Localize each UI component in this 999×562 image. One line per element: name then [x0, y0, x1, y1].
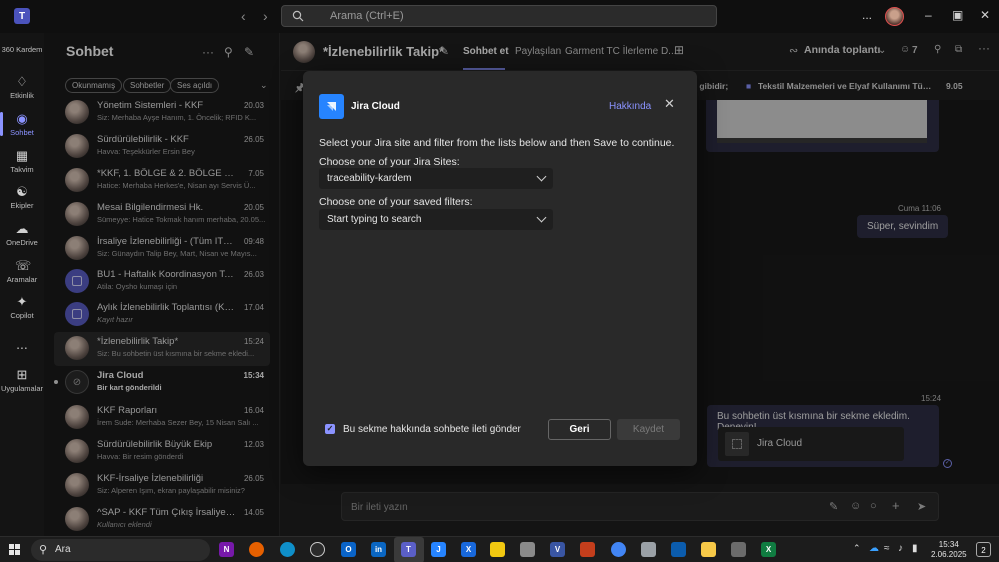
save-button[interactable]: Kaydet	[617, 419, 680, 440]
rail-label: 360 Kardem	[1, 45, 43, 54]
search-icon	[292, 10, 304, 22]
taskbar-search[interactable]: ⚲ Ara	[31, 539, 210, 561]
cloud-icon: ☁	[15, 221, 29, 236]
close-button[interactable]: ✕	[980, 8, 990, 22]
phone-icon: ☏	[15, 258, 32, 273]
rail-item-copilot[interactable]: ✦ Copilot	[0, 294, 44, 321]
calendar-icon: ▦	[15, 148, 29, 163]
rail-label: OneDrive	[6, 238, 38, 247]
rail-item-apps[interactable]: ⊞ Uygulamalar	[0, 367, 44, 394]
teams-logo-icon: T	[14, 8, 30, 24]
app-icon[interactable]	[520, 542, 535, 557]
chevron-up-icon[interactable]: ⌃	[853, 543, 861, 554]
m365-icon[interactable]	[580, 542, 595, 557]
back-button[interactable]: Geri	[548, 419, 611, 440]
rail-item-chat[interactable]: ◉ Sohbet	[0, 111, 44, 138]
rail-item-activity[interactable]: ♢ Etkinlik	[0, 74, 44, 101]
search-input[interactable]: Arama (Ctrl+E)	[281, 5, 717, 27]
site-value: traceability-kardem	[327, 173, 412, 184]
rail-item-teams[interactable]: ☯ Ekipler	[0, 184, 44, 211]
rail-label: Copilot	[10, 311, 34, 320]
post-to-chat-checkbox[interactable]: ✓	[325, 424, 335, 434]
rail-item-calls[interactable]: ☏ Aramalar	[0, 258, 44, 285]
user-avatar[interactable]	[885, 7, 904, 26]
more-options-icon[interactable]: ...	[862, 8, 872, 22]
rail-item-onedrive[interactable]: ☁ OneDrive	[0, 221, 44, 248]
clock[interactable]: 15:34 2.06.2025	[931, 540, 967, 560]
title-bar: T ‹ › Arama (Ctrl+E) ... – ▣ ✕	[0, 0, 999, 33]
jira-site-select[interactable]: traceability-kardem	[319, 168, 553, 189]
teams-window: T ‹ › Arama (Ctrl+E) ... – ▣ ✕ 360 Karde…	[0, 0, 999, 562]
battery-icon[interactable]: ▮	[912, 543, 918, 554]
chevron-down-icon	[536, 212, 547, 223]
search-placeholder: Arama (Ctrl+E)	[330, 10, 404, 22]
clock-time: 15:34	[938, 540, 959, 549]
rail-item-kardem[interactable]: 360 Kardem	[0, 45, 44, 54]
volume-icon[interactable]: ♪	[898, 543, 903, 554]
rail-label: Takvim	[10, 165, 34, 174]
restore-button[interactable]: ▣	[952, 8, 963, 22]
plus-icon: ⊞	[16, 367, 28, 382]
dialog-intro: Select your Jira site and filter from th…	[319, 137, 675, 149]
teams-taskbar-icon[interactable]: T	[401, 542, 416, 557]
powerbi-icon[interactable]	[490, 542, 505, 557]
app2-icon[interactable]	[641, 542, 656, 557]
jira-icon[interactable]: J	[431, 542, 446, 557]
teams-icon: ☯	[16, 184, 28, 199]
confluence-icon[interactable]: X	[461, 542, 476, 557]
obs-icon[interactable]	[310, 542, 325, 557]
filter-placeholder: Start typing to search	[327, 214, 422, 225]
edge-icon[interactable]	[280, 542, 295, 557]
rail-item-more[interactable]: ...	[0, 336, 44, 352]
wifi-icon[interactable]: ≈	[884, 543, 890, 554]
back-arrow-icon[interactable]: ‹	[241, 8, 246, 24]
defender-icon[interactable]	[671, 542, 686, 557]
clock-date: 2.06.2025	[931, 550, 967, 559]
rail-label: Uygulamalar	[0, 384, 44, 393]
onenote-icon[interactable]: N	[219, 542, 234, 557]
outlook-icon[interactable]: O	[341, 542, 356, 557]
search-icon: ⚲	[39, 544, 48, 556]
windows-taskbar: ⚲ Ara N O in T J X V X ⌃ ☁ ≈ ♪ ▮ 15:34 2…	[0, 536, 999, 562]
close-icon[interactable]: ✕	[664, 97, 675, 111]
onedrive-tray-icon[interactable]: ☁	[869, 543, 879, 554]
taskbar-search-label: Ara	[55, 544, 71, 555]
rail-item-calendar[interactable]: ▦ Takvim	[0, 148, 44, 175]
app-rail: 360 Kardem ♢ Etkinlik ◉ Sohbet ▦ Takvim ☯ Ek…	[0, 33, 44, 536]
firefox-icon[interactable]	[249, 542, 264, 557]
checkbox-label: Bu sekme hakkında sohbete ileti gönder	[343, 424, 521, 435]
chrome-icon[interactable]	[611, 542, 626, 557]
chat-icon: ◉	[16, 111, 28, 126]
bell-icon: ♢	[16, 74, 28, 89]
minimize-button[interactable]: –	[925, 8, 932, 22]
excel-icon[interactable]: X	[761, 542, 776, 557]
calculator-icon[interactable]	[731, 542, 746, 557]
jira-logo-icon	[319, 94, 344, 119]
more-icon: ...	[16, 336, 28, 352]
site-label: Choose one of your Jira Sites:	[319, 156, 460, 168]
filter-label: Choose one of your saved filters:	[319, 196, 473, 208]
saved-filter-select[interactable]: Start typing to search	[319, 209, 553, 230]
about-link[interactable]: Hakkında	[609, 101, 651, 112]
rail-label: Sohbet	[10, 128, 34, 137]
linkedin-icon[interactable]: in	[371, 542, 386, 557]
rail-label: Ekipler	[10, 201, 34, 210]
jira-dialog: Jira Cloud Hakkında ✕ Select your Jira s…	[303, 71, 697, 466]
explorer-icon[interactable]	[701, 542, 716, 557]
notification-badge[interactable]: 2	[976, 542, 991, 557]
rail-label: Etkinlik	[10, 91, 34, 100]
dialog-title: Jira Cloud	[351, 101, 400, 112]
copilot-icon: ✦	[16, 294, 28, 309]
windows-start-icon[interactable]	[9, 544, 20, 555]
chevron-down-icon	[536, 171, 547, 182]
visio-icon[interactable]: V	[550, 542, 565, 557]
forward-arrow-icon[interactable]: ›	[263, 8, 268, 24]
rail-label: Aramalar	[6, 275, 38, 284]
